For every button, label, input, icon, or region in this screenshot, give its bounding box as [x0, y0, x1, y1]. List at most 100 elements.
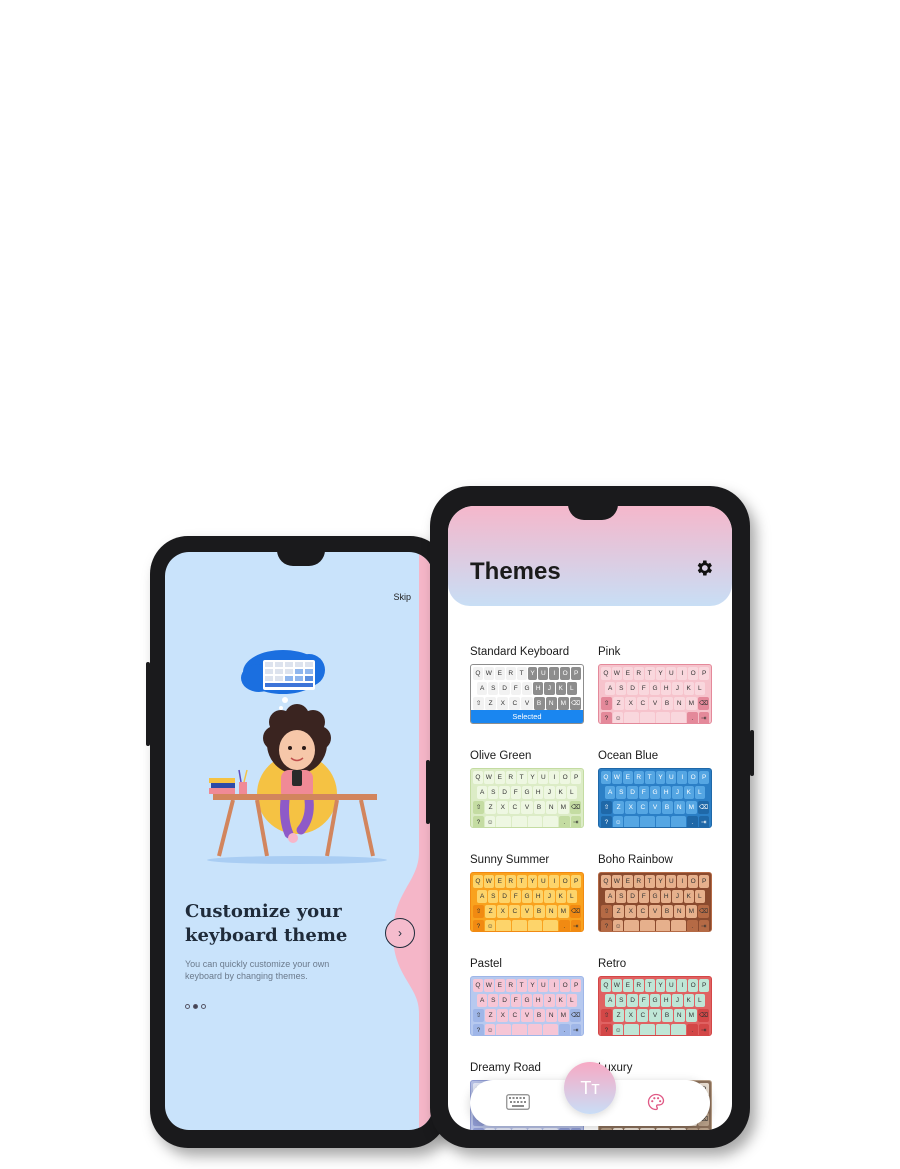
keyboard-key: ☺ [484, 816, 496, 827]
keyboard-key: X [625, 1009, 637, 1022]
keyboard-key: I [677, 667, 688, 680]
theme-card[interactable]: Boho Rainbow Q W E R T Y U I O P A S D F G H J K L ⇧ Z X C V B N M ⌫… [598, 854, 712, 932]
theme-name: Olive Green [470, 750, 532, 762]
keyboard-key: M [557, 801, 569, 814]
keyboard-key: R [505, 667, 516, 680]
keyboard-key: V [649, 801, 661, 814]
keyboard-key: ⇥ [698, 816, 709, 827]
keyboard-key: V [521, 697, 533, 710]
keyboard-key: L [566, 890, 577, 903]
keyboard-key: D [499, 994, 510, 1007]
keyboard-key: L [694, 890, 705, 903]
keyboard-row: ASDFGHJKL [599, 786, 711, 799]
theme-card[interactable]: Sunny Summer Q W E R T Y U I O P A S D F G H J K L ⇧ Z X C V B N M ⌫… [470, 854, 584, 932]
keyboard-key: ⌫ [697, 1009, 709, 1022]
keyboard-row: ASDFGHJKL [471, 994, 583, 1007]
keyboard-key: P [571, 771, 582, 784]
keyboard-icon[interactable] [506, 1094, 530, 1110]
theme-name: Ocean Blue [598, 750, 659, 762]
keyboard-key [655, 1128, 671, 1130]
keyboard-key: X [497, 1009, 509, 1022]
keyboard-key: ☺ [612, 1024, 624, 1035]
keyboard-key: ⇧ [601, 801, 613, 814]
keyboard-key: ⇥ [698, 1128, 709, 1130]
gear-icon[interactable] [694, 558, 714, 578]
keyboard-key: N [673, 801, 685, 814]
keyboard-row: ASDFGHJKL [599, 890, 711, 903]
keyboard-key: Q [473, 979, 483, 992]
keyboard-key: V [649, 905, 661, 918]
theme-card[interactable]: Pastel QWERTYUIOP ASDFGHJKL ⇧ZXCVBNM⌫ ?123☺.… [470, 958, 584, 1036]
keyboard-key: Q [473, 771, 483, 784]
keyboard-row: ASDFGHJKL [471, 682, 583, 695]
keyboard-key [512, 1024, 527, 1035]
theme-card[interactable]: Retro QWERTYUIOP ASDFGHJKL ⇧ZXCVBNM⌫ ?123☺.⇥ [598, 958, 712, 1036]
keyboard-key [624, 816, 639, 827]
keyboard-key: . [687, 920, 698, 931]
keyboard-key: H [661, 994, 672, 1007]
keyboard-key: A [477, 786, 488, 799]
keyboard-key [543, 1128, 559, 1130]
keyboard-key: F [510, 786, 521, 799]
keyboard-row: ASDFGHJKL [471, 890, 583, 903]
keyboard-key [671, 920, 687, 931]
keyboard-key: ⇧ [601, 697, 613, 710]
keyboard-row: ASDFGHJKL [599, 994, 711, 1007]
keyboard-key [527, 816, 543, 827]
keyboard-key: ⌫ [569, 905, 581, 918]
keyboard-key: ⇥ [698, 920, 709, 931]
keyboard-key [655, 1024, 671, 1035]
theme-card[interactable]: Pink QWERTYUIOP ASDFGHJKL ⇧ZXCVBNM⌫ ?123☺.⇥ [598, 646, 712, 724]
keyboard-key: ⇥ [570, 1128, 581, 1130]
keyboard-key: C [509, 1009, 521, 1022]
keyboard-key [655, 920, 671, 931]
keyboard-key: J [544, 786, 555, 799]
text-style-button[interactable]: Tт [564, 1062, 616, 1114]
keyboard-key: ⌫ [697, 697, 709, 710]
keyboard-key: O [560, 771, 571, 784]
keyboard-key: ⇧ [601, 905, 613, 918]
keyboard-key: R [633, 667, 644, 680]
keyboard-key: U [666, 875, 677, 888]
keyboard-key: B [661, 801, 673, 814]
keyboard-row: ?123☺.⇥ [471, 920, 583, 931]
keyboard-key: T [644, 771, 655, 784]
keyboard-key: ?123 [601, 712, 612, 723]
keyboard-key: ⇧ [473, 1009, 485, 1022]
keyboard-row: ?123☺.⇥ [471, 816, 583, 827]
keyboard-key: C [637, 801, 649, 814]
keyboard-key: X [625, 801, 637, 814]
keyboard-key: W [611, 875, 622, 888]
keyboard-key: D [499, 890, 510, 903]
keyboard-key [527, 920, 543, 931]
keyboard-preview: QWERTYUIOP ASDFGHJKL ⇧ZXCVBNM⌫ ?123☺.⇥ [598, 872, 712, 932]
palette-icon[interactable] [646, 1092, 666, 1112]
keyboard-key: A [605, 682, 616, 695]
keyboard-key: F [638, 786, 649, 799]
keyboard-key: Y [527, 771, 538, 784]
keyboard-key: ☺ [484, 1128, 496, 1130]
keyboard-key: G [649, 786, 661, 799]
keyboard-row: ?123☺.⇥ [599, 712, 711, 723]
keyboard-key: R [633, 979, 644, 992]
keyboard-key: Q [601, 667, 611, 680]
theme-card[interactable]: Ocean Blue QWERTYUIOP ASDFGHJKL ⇧ZXCVBNM⌫ ?1… [598, 750, 712, 828]
keyboard-key: V [521, 905, 533, 918]
keyboard-key [543, 1024, 559, 1035]
keyboard-key: T [516, 979, 527, 992]
keyboard-row: ?123☺.⇥ [599, 1128, 711, 1130]
keyboard-key: I [677, 771, 688, 784]
theme-card[interactable]: Standard Keyboard Q W E R T Y U I O P A S D F G H J K L ⇧ Z X C… [470, 646, 584, 724]
keyboard-key: ☺ [484, 920, 496, 931]
theme-card[interactable]: Olive Green Q W E R T Y U I O P A S D F G H J K L ⇧ Z X C V B N M ⌫?… [470, 750, 584, 828]
keyboard-row: QWERTYUIOP [471, 979, 583, 992]
keyboard-key: O [560, 875, 571, 888]
keyboard-key: M [557, 905, 569, 918]
keyboard-key: S [488, 682, 499, 695]
skip-button[interactable]: Skip [393, 592, 411, 602]
keyboard-key: Q [473, 875, 483, 888]
keyboard-key: L [566, 682, 577, 695]
keyboard-key: K [683, 682, 694, 695]
keyboard-key: K [555, 890, 566, 903]
next-button[interactable]: › [385, 918, 415, 948]
